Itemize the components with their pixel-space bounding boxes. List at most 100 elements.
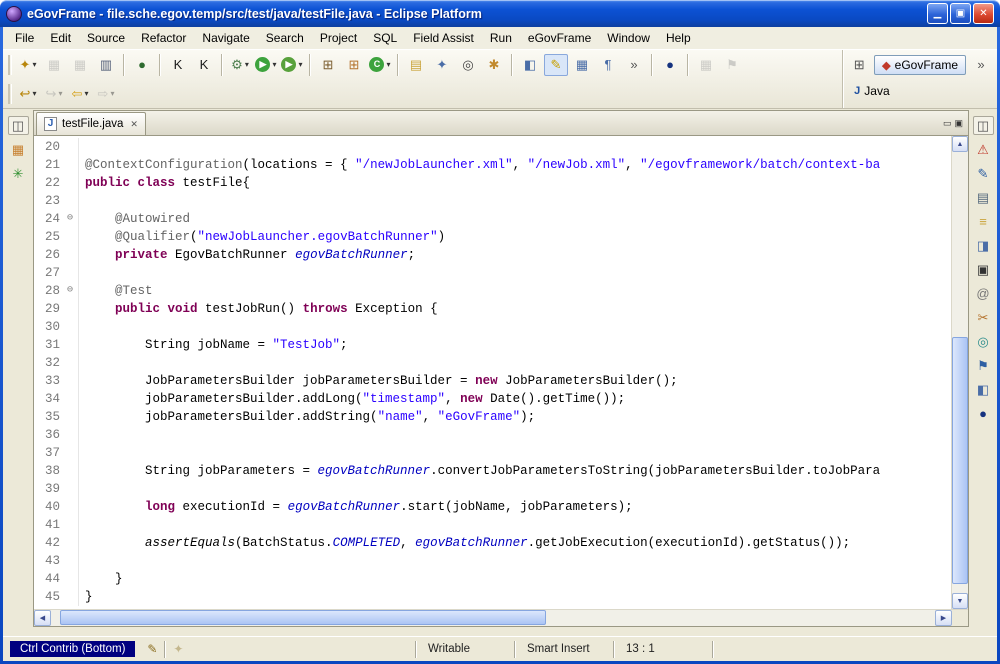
search-view-button[interactable]: ◎ (973, 332, 994, 351)
annotations-view-button[interactable]: @ (973, 284, 994, 303)
vertical-scrollbar-thumb[interactable] (952, 337, 968, 584)
previous-annotation-icon: ↩ (20, 86, 31, 102)
tasks-view-button[interactable]: ✎ (973, 164, 994, 183)
toolbar-separator (123, 54, 125, 76)
menu-source[interactable]: Source (79, 28, 133, 48)
new-java-project-button[interactable]: ⊞ (316, 54, 340, 76)
package-explorer-fastview-button[interactable]: ▦ (8, 140, 29, 159)
scroll-right-button[interactable]: ▶ (935, 610, 952, 626)
perspective-bar-row2: J Java (846, 78, 994, 104)
restore-panes-button[interactable]: ◫ (8, 116, 29, 135)
maximize-button[interactable]: ▣ (950, 3, 971, 24)
snippets-view-button[interactable]: ✂ (973, 308, 994, 327)
horizontal-scrollbar-thumb[interactable] (60, 610, 546, 625)
bookmarks-view-button[interactable]: ⚑ (973, 356, 994, 375)
tab-close-icon[interactable]: ✕ (130, 119, 138, 130)
close-button[interactable]: ✕ (973, 3, 994, 24)
tab-testfile-java[interactable]: J testFile.java ✕ (36, 112, 146, 135)
restore-views-button[interactable]: ◫ (973, 116, 994, 135)
menu-search[interactable]: Search (258, 28, 312, 48)
new-class-button[interactable]: C▾ (368, 54, 392, 76)
titlebar[interactable]: eGovFrame - file.sche.egov.temp/src/test… (0, 0, 1000, 27)
toggle-mark-occurrences-button[interactable]: ✎ (544, 54, 568, 76)
menu-help[interactable]: Help (658, 28, 699, 48)
fold-collapse-icon[interactable]: ⊖ (62, 282, 79, 300)
open-type-button[interactable]: ▤ (404, 54, 428, 76)
open-call-hierarchy-button[interactable]: ✦ (430, 54, 454, 76)
edit-pencil-icon[interactable]: ✎ (142, 642, 162, 656)
console-view-button[interactable]: ▣ (973, 260, 994, 279)
menu-navigate[interactable]: Navigate (194, 28, 257, 48)
run-button-dropdown[interactable]: ▾ (272, 60, 276, 69)
editor-maximize-button[interactable]: ▣ (954, 118, 963, 129)
perspective-bar: ⊞ ◆ eGovFrame » J Java (842, 50, 997, 108)
previous-annotation-button[interactable]: ↩▾ (16, 83, 40, 105)
next-annotation-button-dropdown[interactable]: ▾ (58, 89, 62, 98)
code-text: jobParametersBuilder.addString("name", "… (85, 408, 535, 426)
editor-minimize-button[interactable]: ▭ (943, 118, 952, 129)
external-tools-button[interactable]: ▶▾ (280, 54, 304, 76)
menu-project[interactable]: Project (312, 28, 365, 48)
horizontal-scrollbar[interactable]: ◀ ▶ (34, 609, 968, 626)
scroll-left-button[interactable]: ◀ (34, 610, 51, 626)
search-button[interactable]: ◎ (456, 54, 480, 76)
previous-annotation-button-dropdown[interactable]: ▾ (32, 89, 36, 98)
new-wizard-button-dropdown[interactable]: ▾ (32, 60, 36, 69)
vertical-scrollbar[interactable]: ▲ ▼ (951, 136, 968, 609)
toolbar-overflow-button[interactable]: » (622, 54, 646, 76)
code-editor[interactable]: 2021@ContextConfiguration(locations = { … (34, 136, 951, 609)
debug-button[interactable]: ⚙▾ (228, 54, 252, 76)
save-editor-icon: ▦ (700, 57, 712, 73)
outline-view-button[interactable]: ≡ (973, 212, 994, 231)
code-line-26: 26 private EgovBatchRunner egovBatchRunn… (34, 246, 951, 264)
egov-runtime-button[interactable]: ● (130, 54, 154, 76)
javadoc-view-button[interactable]: ◨ (973, 236, 994, 255)
problems-view-button[interactable]: ⚠ (973, 140, 994, 159)
browser-view-button[interactable]: ● (973, 404, 994, 423)
web-browser-button[interactable]: ● (658, 54, 682, 76)
show-annotations-button[interactable]: ▦ (570, 54, 594, 76)
horizontal-scrollbar-track[interactable] (51, 610, 935, 626)
new-wizard-button[interactable]: ✦▾ (16, 54, 40, 76)
forward-button-dropdown[interactable]: ▾ (110, 89, 114, 98)
minimize-button[interactable]: ▁ (927, 3, 948, 24)
ctrl-contrib-field[interactable]: Ctrl Contrib (Bottom) (10, 641, 135, 657)
menu-egovframe[interactable]: eGovFrame (520, 28, 599, 48)
scroll-up-button[interactable]: ▲ (952, 136, 968, 152)
back-button[interactable]: ⇦▾ (68, 83, 92, 105)
menu-file[interactable]: File (7, 28, 42, 48)
new-class-button-dropdown[interactable]: ▾ (386, 60, 390, 69)
menu-sql[interactable]: SQL (365, 28, 405, 48)
egov-tool-button-2[interactable]: K (192, 54, 216, 76)
outline-view-icon: ≡ (979, 214, 987, 230)
scroll-down-button[interactable]: ▼ (952, 593, 968, 609)
declaration-view-button[interactable]: ◧ (973, 380, 994, 399)
vertical-scrollbar-track[interactable] (952, 152, 968, 593)
properties-view-button[interactable]: ▤ (973, 188, 994, 207)
external-tools-button-dropdown[interactable]: ▾ (298, 60, 302, 69)
menu-field-assist[interactable]: Field Assist (405, 28, 482, 48)
perspective-egovframe[interactable]: ◆ eGovFrame (874, 55, 966, 75)
status-separator (164, 641, 166, 658)
save-button: ▦ (42, 54, 66, 76)
open-perspective-button[interactable]: ⊞ (847, 54, 871, 76)
menu-window[interactable]: Window (599, 28, 658, 48)
egov-runtime-icon: ● (138, 57, 146, 73)
perspective-java[interactable]: J Java (846, 81, 897, 101)
show-whitespace-button[interactable]: ¶ (596, 54, 620, 76)
back-button-dropdown[interactable]: ▾ (84, 89, 88, 98)
new-package-button[interactable]: ⊞ (342, 54, 366, 76)
menu-edit[interactable]: Edit (42, 28, 79, 48)
perspective-overflow-button[interactable]: » (969, 54, 993, 76)
type-hierarchy-fastview-button[interactable]: ✳ (8, 164, 29, 183)
run-button[interactable]: ▶▾ (254, 54, 278, 76)
menu-refactor[interactable]: Refactor (133, 28, 194, 48)
fold-collapse-icon[interactable]: ⊖ (62, 210, 79, 228)
debug-button-dropdown[interactable]: ▾ (245, 60, 249, 69)
toggle-breadcrumb-button[interactable]: ◧ (518, 54, 542, 76)
open-task-button[interactable]: ✱ (482, 54, 506, 76)
menu-run[interactable]: Run (482, 28, 520, 48)
new-wizard-mini-icon[interactable]: ✦ (168, 642, 188, 656)
print-button[interactable]: ▥ (94, 54, 118, 76)
egov-tool-button-1[interactable]: K (166, 54, 190, 76)
